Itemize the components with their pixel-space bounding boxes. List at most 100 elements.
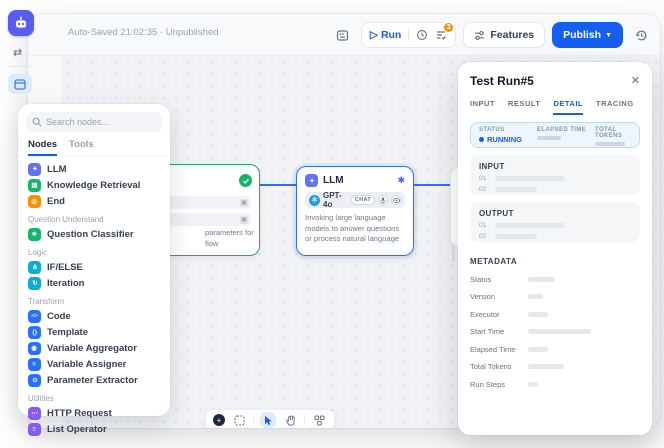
node-settings-icon[interactable]: ✱ (397, 175, 405, 186)
knowledge-retrieval-icon: ▤ (28, 179, 41, 192)
hand-mode-button[interactable] (282, 412, 298, 428)
end-icon: ◎ (28, 195, 41, 208)
template-icon: {} (28, 326, 41, 339)
node-item-knowledge-retrieval[interactable]: ▤ Knowledge Retrieval (24, 177, 164, 193)
start-node-description: parameters for flow (205, 227, 265, 250)
meta-placeholder-bar (528, 364, 564, 369)
llm-icon: ✦ (305, 174, 318, 187)
tab-tracing[interactable]: TRACING (596, 99, 634, 115)
chevron-down-icon: ▼ (605, 32, 612, 39)
add-note-icon[interactable] (231, 412, 247, 428)
node-picker-panel: Nodes Tools ✦ LLM ▤ Knowledge Retrieval … (18, 104, 170, 416)
test-run-panel: Test Run#5 ✕ INPUT RESULT DETAIL TRACING… (458, 62, 652, 435)
variable-assigner-icon: = (28, 358, 41, 371)
workflow-app: Auto-Saved 21:02:35 · Unpublished ▷Run 2 (0, 0, 664, 448)
publish-button[interactable]: Publish▼ (552, 22, 623, 48)
add-block-button[interactable]: + (213, 414, 225, 426)
edge-llm-to-end (414, 184, 450, 186)
metadata-title: METADATA (470, 257, 640, 266)
meta-row-elapsed-time: Elapsed Time (470, 345, 640, 354)
output-line2-bar (495, 234, 537, 239)
app-robot-icon[interactable] (8, 10, 34, 36)
node-item-end[interactable]: ◎ End (24, 193, 164, 209)
meta-row-status: Status (470, 275, 640, 284)
search-icon (32, 117, 42, 127)
close-icon[interactable]: ✕ (631, 74, 640, 87)
if-else-icon: ⋔ (28, 261, 41, 274)
meta-row-start-time: Start Time (470, 327, 640, 336)
status-card: STATUS RUNNING ELAPSED TIME TOTAL TOKENS (470, 122, 640, 148)
output-line1-bar (495, 223, 565, 228)
http-request-icon: ⋯ (28, 407, 41, 420)
autosave-status: Auto-Saved 21:02:35 · Unpublished (68, 27, 219, 38)
run-panel-tabs: INPUT RESULT DETAIL TRACING (470, 99, 640, 115)
vision-eye-icon (391, 195, 401, 205)
section-logic: Logic (24, 242, 164, 259)
llm-node-description: Invoking large language models to answer… (305, 213, 405, 245)
node-item-variable-assigner[interactable]: = Variable Assigner (24, 356, 164, 372)
run-toolbar-group: ▷Run 2 (361, 22, 457, 48)
meta-row-version: Version (470, 292, 640, 301)
section-utilities: Utilities (24, 388, 164, 405)
search-box[interactable] (26, 112, 162, 132)
panel-resize-handle[interactable] (452, 244, 455, 262)
meta-placeholder-bar (528, 382, 538, 387)
preview-window-icon[interactable] (8, 74, 32, 94)
node-item-http-request[interactable]: ⋯ HTTP Request (24, 405, 164, 421)
gpt4o-model-icon: ✻ (309, 195, 320, 206)
elapsed-placeholder-bar (537, 136, 561, 140)
field-settings-icon: ▣ (240, 216, 248, 224)
chat-mode-badge: CHAT (351, 195, 375, 205)
tab-detail[interactable]: DETAIL (553, 99, 583, 115)
tab-result[interactable]: RESULT (508, 99, 540, 115)
search-input[interactable] (46, 117, 156, 127)
version-history-icon[interactable] (630, 24, 652, 46)
node-item-iteration[interactable]: ↻ Iteration (24, 275, 164, 291)
field-settings-icon: ▣ (240, 199, 248, 207)
code-icon: </> (28, 310, 41, 323)
node-item-parameter-extractor[interactable]: ⊙ Parameter Extractor (24, 372, 164, 388)
sliders-icon (474, 30, 485, 41)
meta-placeholder-bar (528, 329, 591, 334)
node-item-list-operator[interactable]: ≡ List Operator (24, 421, 164, 437)
node-item-llm[interactable]: ✦ LLM (24, 161, 164, 177)
history-clock-icon[interactable] (416, 29, 428, 41)
node-item-question-classifier[interactable]: ❖ Question Classifier (24, 226, 164, 242)
checklist-icon[interactable]: 2 (435, 29, 447, 41)
output-card: OUTPUT 01 02 (470, 202, 640, 242)
features-button[interactable]: Features (463, 22, 545, 48)
pointer-mode-button[interactable] (260, 412, 276, 428)
run-button[interactable]: ▷Run (370, 29, 402, 41)
variable-aggregator-icon: ◉ (28, 342, 41, 355)
status-value: RUNNING (479, 135, 522, 144)
panel-title: Test Run#5 (470, 74, 640, 88)
tokens-placeholder-bar (595, 142, 625, 146)
running-dot-icon (479, 137, 484, 142)
success-check-icon (239, 174, 252, 187)
tab-tools[interactable]: Tools (69, 139, 94, 156)
llm-node[interactable]: ✦ LLM ✱ ✻ GPT-4o CHAT Invoking large lan… (296, 166, 414, 256)
tab-input[interactable]: INPUT (470, 99, 495, 115)
canvas-control-bar: + (205, 409, 335, 428)
elapsed-time-label: ELAPSED TIME (537, 127, 586, 133)
node-item-variable-aggregator[interactable]: ◉ Variable Aggregator (24, 340, 164, 356)
top-header: Auto-Saved 21:02:35 · Unpublished ▷Run 2 (28, 14, 660, 56)
organize-layout-icon[interactable] (311, 412, 327, 428)
section-transform: Transform (24, 291, 164, 308)
workflow-switch-icon[interactable]: ⇄ (13, 46, 22, 59)
iteration-icon: ↻ (28, 277, 41, 290)
meta-placeholder-bar (528, 347, 548, 352)
meta-placeholder-bar (528, 312, 548, 317)
model-selector[interactable]: ✻ GPT-4o CHAT (305, 192, 405, 208)
node-item-if-else[interactable]: ⋔ IF/ELSE (24, 259, 164, 275)
embed-app-icon[interactable] (332, 24, 354, 46)
edge-start-to-llm (260, 184, 296, 186)
tab-nodes[interactable]: Nodes (28, 139, 57, 156)
status-label: STATUS (479, 127, 522, 133)
list-operator-icon: ≡ (28, 423, 41, 436)
checklist-badge: 2 (443, 22, 454, 33)
node-item-template[interactable]: {} Template (24, 324, 164, 340)
node-item-code[interactable]: </> Code (24, 308, 164, 324)
sidebar-divider (8, 66, 32, 67)
input-card: INPUT 01 02 (470, 155, 640, 195)
